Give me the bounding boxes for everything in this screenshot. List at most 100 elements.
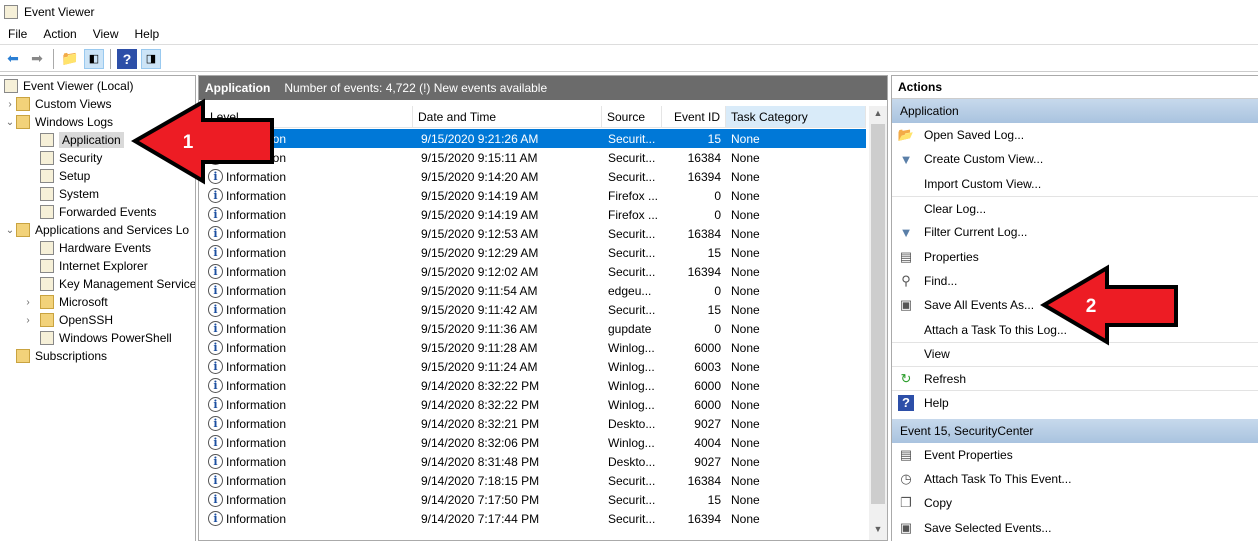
actions-section-header[interactable]: Application [892, 99, 1258, 123]
table-row[interactable]: i Information 9/15/2020 9:11:42 AM Securit.… [205, 300, 866, 319]
tree-item-event-viewer-local-[interactable]: Event Viewer (Local) [4, 77, 134, 95]
menu-file[interactable]: File [0, 27, 35, 41]
tree-item-subscriptions[interactable]: Subscriptions [4, 347, 107, 365]
action-create-custom-view[interactable]: ▼ Create Custom View... [892, 147, 1258, 171]
scroll-up-icon[interactable]: ▲ [869, 108, 887, 124]
table-row[interactable]: i Information 9/15/2020 9:11:24 AM Winlog..… [205, 357, 866, 376]
cell-task-category: None [731, 473, 760, 488]
action-filter-current-log[interactable]: ▼ Filter Current Log... [892, 220, 1258, 244]
up-folder-icon[interactable]: 📁 [60, 49, 80, 69]
column-event-id[interactable]: Event ID [662, 106, 726, 127]
chevron-right-icon[interactable]: › [4, 99, 16, 110]
binoculars-icon: ⚲ [901, 272, 911, 288]
scrollbar-thumb[interactable] [871, 124, 885, 504]
column-level[interactable]: Level [205, 106, 413, 127]
tree-item-hardware-events[interactable]: Hardware Events [40, 239, 151, 257]
cell-task-category: None [731, 321, 760, 336]
action-find[interactable]: ⚲ Find... [892, 269, 1258, 293]
action-refresh[interactable]: ↻ Refresh [892, 365, 1258, 390]
table-row[interactable]: i Information 9/14/2020 8:32:21 PM Deskto..… [205, 414, 866, 433]
cell-source: Securit... [608, 169, 656, 184]
action-save-all-events-as[interactable]: ▣ Save All Events As... [892, 293, 1258, 317]
tree-item-security[interactable]: Security [40, 149, 102, 167]
cell-task-category: None [731, 511, 760, 526]
forward-arrow-icon[interactable]: ➡ [27, 49, 47, 69]
table-row[interactable]: i Information 9/14/2020 8:32:22 PM Winlog..… [205, 395, 866, 414]
table-row[interactable]: i Information 9/14/2020 7:18:15 PM Securit.… [205, 471, 866, 490]
menu-action[interactable]: Action [35, 27, 84, 41]
table-row[interactable]: i Information 9/15/2020 9:11:28 AM Winlog..… [205, 338, 866, 357]
events-scrollbar[interactable]: ▲ ▼ [869, 106, 887, 540]
action-import-custom-view[interactable]: Import Custom View... [892, 172, 1258, 196]
table-row[interactable]: i Information 9/15/2020 9:14:20 AM Securit.… [205, 167, 866, 186]
tree-item-internet-explorer[interactable]: Internet Explorer [40, 257, 148, 275]
action-open-saved-log[interactable]: 📂 Open Saved Log... [892, 123, 1258, 147]
table-row[interactable]: i Information 9/15/2020 9:11:54 AM edgeu...… [205, 281, 866, 300]
actions-section-header[interactable]: Event 15, SecurityCenter [892, 418, 1258, 443]
cell-source: Winlog... [608, 435, 655, 450]
chevron-down-icon[interactable]: ⌄ [4, 225, 16, 236]
chevron-down-icon[interactable]: ⌄ [4, 117, 16, 128]
action-properties[interactable]: ▤ Properties [892, 244, 1258, 268]
chevron-right-icon[interactable]: › [22, 315, 34, 326]
scroll-down-icon[interactable]: ▼ [869, 524, 887, 540]
tree-item-windows-powershell[interactable]: Windows PowerShell [40, 329, 172, 347]
column-source[interactable]: Source [602, 106, 662, 127]
information-icon: i [208, 359, 223, 374]
action-help[interactable]: ? Help [892, 390, 1258, 414]
table-row[interactable]: i Information 9/15/2020 9:14:19 AM Firefox … [205, 186, 866, 205]
cell-date-time: 9/15/2020 9:12:29 AM [421, 245, 539, 260]
table-row[interactable]: i Information 9/15/2020 9:21:26 AM Securit.… [205, 129, 866, 148]
action-label: Open Saved Log... [924, 128, 1025, 143]
tree-item-key-management-service[interactable]: Key Management Service [40, 275, 195, 293]
cell-date-time: 9/14/2020 7:17:44 PM [421, 511, 540, 526]
tree-item-application[interactable]: Application [40, 131, 124, 149]
tree-item-windows-logs[interactable]: ⌄ Windows Logs [4, 113, 113, 131]
cell-source: Winlog... [608, 340, 655, 355]
show-hide-tree-icon[interactable]: ◧ [84, 48, 104, 69]
table-row[interactable]: i Information 9/15/2020 9:12:29 AM Securit.… [205, 243, 866, 262]
table-row[interactable]: i Information 9/15/2020 9:14:19 AM Firefox … [205, 205, 866, 224]
table-row[interactable]: i Information 9/15/2020 9:11:36 AM gupdate 0… [205, 319, 866, 338]
tree-item-label: Windows PowerShell [59, 331, 172, 345]
cell-event-id: 0 [714, 207, 721, 222]
cell-level: Information [226, 473, 287, 488]
tree-item-applications-and-services-lo[interactable]: ⌄ Applications and Services Lo [4, 221, 189, 239]
action-event-properties[interactable]: ▤ Event Properties [892, 443, 1258, 467]
table-row[interactable]: i Information 9/15/2020 9:12:02 AM Securit.… [205, 262, 866, 281]
action-attach-a-task-to-this-log[interactable]: Attach a Task To this Log... [892, 317, 1258, 341]
tree-item-openssh[interactable]: › OpenSSH [22, 311, 113, 329]
show-hide-action-pane-icon[interactable]: ◨ [141, 48, 161, 69]
menu-view[interactable]: View [85, 27, 127, 41]
log-icon [40, 241, 54, 255]
table-row[interactable]: i Information 9/14/2020 8:32:22 PM Winlog..… [205, 376, 866, 395]
column-date-time[interactable]: Date and Time [413, 106, 602, 127]
tree-item-system[interactable]: System [40, 185, 99, 203]
action-copy[interactable]: ❐ Copy [892, 491, 1258, 515]
folder-open-icon: 📂 [897, 127, 915, 143]
table-row[interactable]: i Information 9/15/2020 9:15:11 AM Securit.… [205, 148, 866, 167]
information-icon: i [208, 454, 223, 469]
information-icon: i [208, 245, 223, 260]
action-save-selected-events[interactable]: ▣ Save Selected Events... [892, 515, 1258, 539]
back-arrow-icon[interactable]: ⬅ [3, 49, 23, 69]
table-row[interactable]: i Information 9/14/2020 7:17:50 PM Securit.… [205, 490, 866, 509]
chevron-right-icon[interactable]: › [22, 297, 34, 308]
tree-item-forwarded-events[interactable]: Forwarded Events [40, 203, 156, 221]
tree-item-custom-views[interactable]: › Custom Views [4, 95, 111, 113]
table-row[interactable]: i Information 9/14/2020 7:17:44 PM Securit.… [205, 509, 866, 528]
help-icon[interactable]: ? [117, 48, 137, 69]
tree-item-label: Microsoft [59, 295, 108, 309]
table-row[interactable]: i Information 9/15/2020 9:12:53 AM Securit.… [205, 224, 866, 243]
information-icon: i [208, 302, 223, 317]
table-row[interactable]: i Information 9/14/2020 8:32:06 PM Winlog..… [205, 433, 866, 452]
action-clear-log[interactable]: Clear Log... [892, 195, 1258, 220]
action-attach-task-to-this-event[interactable]: ◷ Attach Task To This Event... [892, 467, 1258, 491]
column-task-category[interactable]: Task Category [726, 106, 866, 127]
menu-help[interactable]: Help [127, 27, 168, 41]
action-label: Find... [924, 273, 958, 288]
action-view[interactable]: View [892, 341, 1258, 366]
tree-item-setup[interactable]: Setup [40, 167, 90, 185]
tree-item-microsoft[interactable]: › Microsoft [22, 293, 108, 311]
table-row[interactable]: i Information 9/14/2020 8:31:48 PM Deskto..… [205, 452, 866, 471]
